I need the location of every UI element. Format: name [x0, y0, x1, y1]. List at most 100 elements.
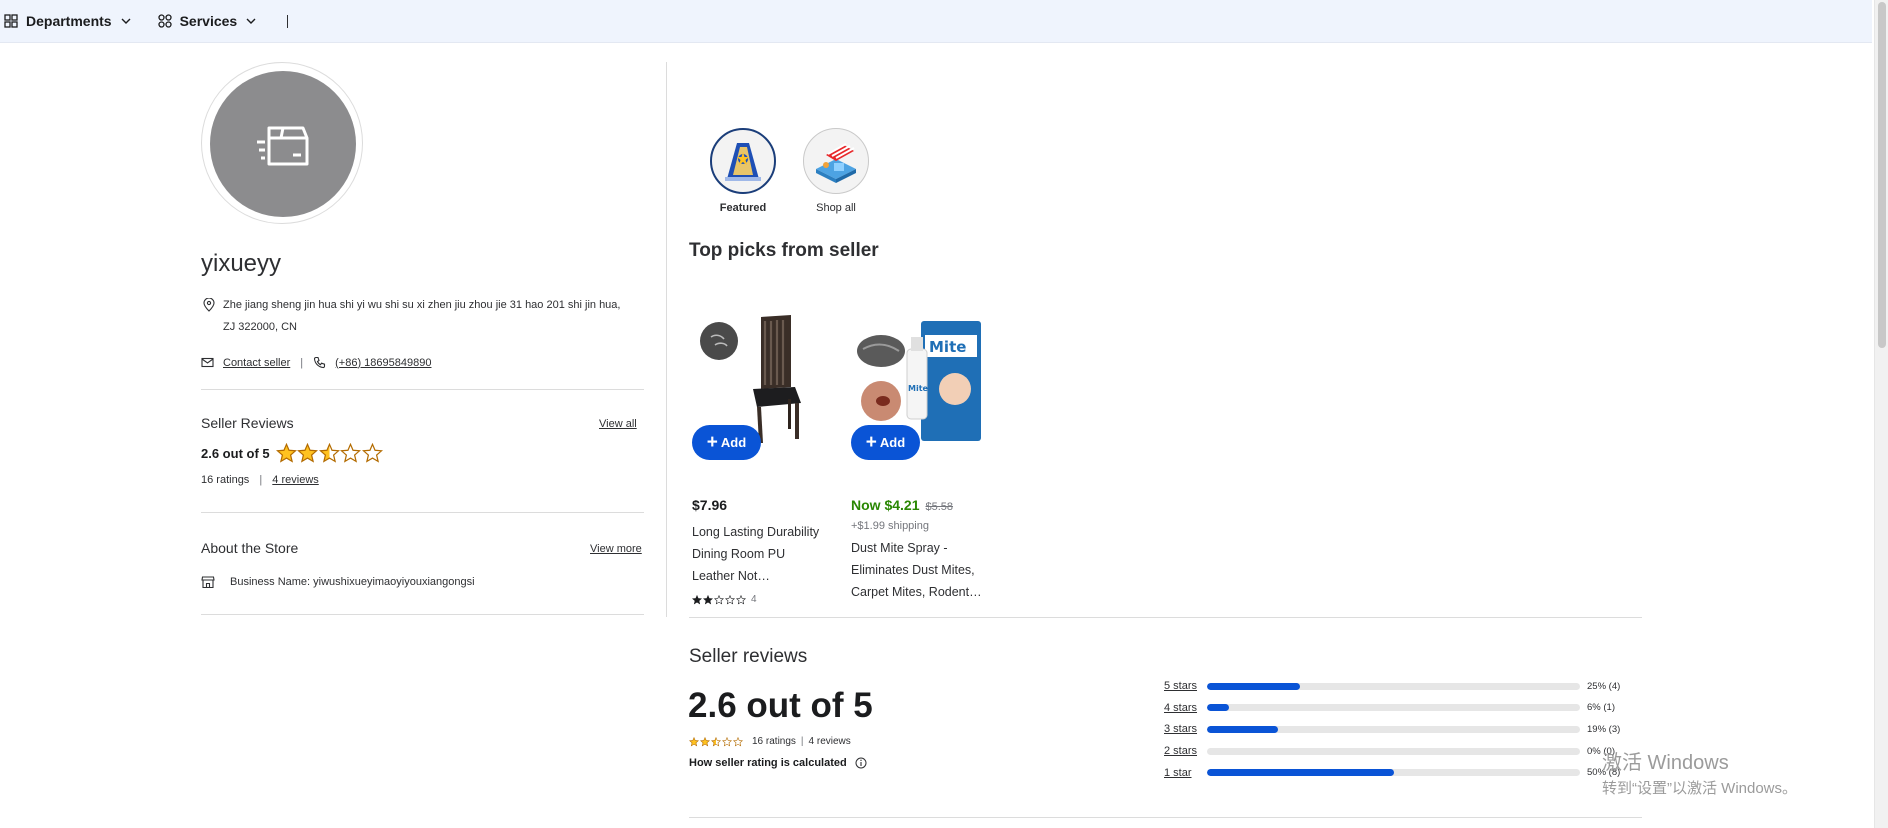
info-icon[interactable] [855, 757, 867, 769]
seller-name: yixueyy [201, 250, 282, 277]
phone-icon [314, 356, 326, 369]
top-nav-bar: Departments Services [0, 0, 1872, 43]
departments-menu[interactable]: Departments [4, 13, 132, 29]
services-menu[interactable]: Services [157, 13, 258, 29]
svg-text:Mite: Mite [929, 338, 966, 356]
add-button-label: Add [720, 435, 747, 450]
nav-divider [287, 14, 289, 28]
rating-summary-row: 16 ratings | 4 reviews [689, 736, 851, 747]
shipping-cost: +$1.99 shipping [851, 520, 929, 532]
view-all-reviews-link[interactable]: View all [599, 418, 637, 430]
contact-row: Contact seller | (+86) 18695849890 [201, 356, 431, 369]
departments-label: Departments [26, 13, 112, 29]
storefront-icon [816, 143, 856, 183]
distribution-bar [1207, 682, 1580, 690]
rating-text: 2.6 out of 5 [201, 446, 270, 461]
product-rating: 4 [692, 594, 757, 605]
product-card[interactable]: + Add $7.96 Long Lasting Durability Dini… [691, 309, 831, 609]
top-picks-title: Top picks from seller [689, 240, 879, 261]
distribution-bar [1207, 725, 1580, 733]
tab-shop-all-label: Shop all [816, 202, 856, 214]
services-label: Services [179, 13, 238, 29]
seller-avatar [210, 71, 356, 217]
contact-seller-link[interactable]: Contact seller [223, 357, 290, 369]
seller-rating-row: 2.6 out of 5 [201, 443, 383, 464]
column-divider [666, 62, 667, 617]
store-icon [201, 576, 215, 589]
star-icon [711, 736, 721, 746]
star-icon [733, 736, 743, 746]
star-icon [700, 736, 710, 746]
divider [201, 614, 644, 615]
chevron-down-icon [121, 18, 131, 24]
star-icon [736, 594, 746, 604]
separator: | [259, 474, 263, 486]
scrollbar-thumb[interactable] [1878, 2, 1886, 348]
seller-address: Zhe jiang sheng jin hua shi yi wu shi su… [201, 294, 621, 338]
plus-icon: + [865, 432, 877, 453]
product-card[interactable]: Mite Mite + Add Now $4.21 $5.58 +$1.99 sh… [851, 309, 991, 609]
star-filter-link[interactable]: 1 star [1164, 767, 1207, 779]
tab-shop-all[interactable]: Shop all [802, 128, 870, 214]
star-icon [318, 443, 340, 463]
star-icon [340, 443, 362, 463]
tab-featured[interactable]: Featured [709, 128, 777, 214]
distribution-percent: 25% (4) [1587, 680, 1621, 692]
star-filter-link[interactable]: 2 stars [1164, 745, 1207, 757]
product-title-link[interactable]: Dust Mite Spray - Eliminates Dust Mites,… [851, 537, 987, 603]
distribution-bar [1207, 747, 1580, 755]
watermark-line-2: 转到“设置”以激活 Windows。 [1602, 780, 1798, 797]
ratings-count: 16 ratings [201, 474, 250, 486]
star-icon [714, 594, 724, 604]
departments-grid-icon [4, 14, 18, 28]
product-price: $7.96 [692, 497, 728, 513]
rating-calculation-info[interactable]: How seller rating is calculated [689, 757, 867, 769]
windows-activation-watermark: 激活 Windows 转到“设置”以激活 Windows。 [1602, 746, 1797, 798]
location-pin-icon [203, 298, 215, 312]
seller-reviews-heading: Seller reviews [689, 646, 808, 667]
section-divider [689, 817, 1642, 818]
svg-text:Mite: Mite [908, 384, 929, 393]
add-to-cart-button[interactable]: + Add [692, 425, 761, 460]
seller-phone-link[interactable]: (+86) 18695849890 [335, 357, 431, 369]
shop-all-tab-circle [803, 128, 869, 194]
star-icon [297, 443, 319, 463]
rating-stars [689, 736, 744, 747]
address-text: Zhe jiang sheng jin hua shi yi wu shi su… [223, 299, 621, 333]
product-rating-stars [692, 594, 747, 605]
star-icon [361, 443, 383, 463]
services-grid-icon [157, 14, 172, 28]
reviews-count-link[interactable]: 4 reviews [272, 474, 318, 486]
tab-featured-label: Featured [719, 202, 767, 214]
reviews-count: 4 reviews [808, 736, 851, 747]
distribution-bar-fill [1207, 682, 1301, 690]
star-filter-link[interactable]: 5 stars [1164, 680, 1207, 692]
distribution-bar [1207, 769, 1580, 777]
product-title-link[interactable]: Long Lasting Durability Dining Room PU L… [692, 521, 828, 587]
page-scrollbar[interactable] [1874, 0, 1888, 828]
current-price: Now $4.21 [851, 497, 920, 513]
rating-distribution-row: 1 star 50% (8) [1164, 767, 1620, 779]
divider [201, 512, 644, 513]
seller-reviews-title: Seller Reviews [201, 415, 294, 431]
mail-icon [201, 357, 214, 368]
star-filter-link[interactable]: 3 stars [1164, 723, 1207, 735]
section-divider [689, 617, 1642, 618]
view-more-link[interactable]: View more [590, 543, 642, 555]
distribution-bar-fill [1207, 769, 1394, 777]
product-review-count: 4 [751, 594, 757, 605]
rating-distribution-row: 4 stars 6% (1) [1164, 702, 1615, 714]
add-to-cart-button[interactable]: + Add [851, 425, 920, 460]
distribution-bar-fill [1207, 704, 1230, 712]
business-name-row: Business Name: yiwushixueyimaoyiyouxiang… [201, 575, 475, 589]
star-icon [689, 736, 699, 746]
star-filter-link[interactable]: 4 stars [1164, 702, 1207, 714]
distribution-percent: 6% (1) [1587, 702, 1615, 714]
overall-rating: 2.6 out of 5 [688, 686, 873, 725]
featured-badge-icon [725, 143, 761, 181]
separator: | [300, 356, 304, 369]
rating-distribution-row: 2 stars 0% (0) [1164, 745, 1615, 757]
featured-tab-circle [710, 128, 776, 194]
distribution-bar [1207, 704, 1580, 712]
separator: | [800, 736, 804, 747]
